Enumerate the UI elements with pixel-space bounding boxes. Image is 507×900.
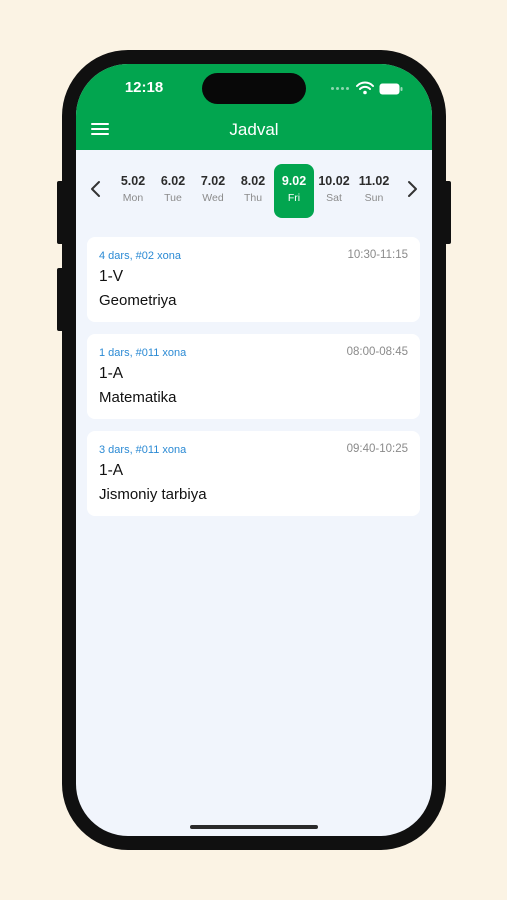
page-title: Jadval — [229, 120, 279, 139]
lesson-subject: Geometriya — [99, 292, 177, 309]
day-fri[interactable]: 9.02 Fri — [274, 164, 314, 218]
lesson-subject: Matematika — [99, 389, 177, 406]
lesson-class: 1-A — [99, 462, 124, 479]
day-thu[interactable]: 8.02 Thu — [233, 164, 273, 218]
day-date: 5.02 — [120, 174, 146, 188]
lesson-meta: 1 dars, #011 xona — [99, 347, 187, 359]
lesson-class: 1-V — [99, 268, 124, 285]
lesson-class: 1-A — [99, 365, 124, 382]
lesson-card[interactable]: 3 dars, #011 xona 09:40-10:25 1-A Jismon… — [87, 431, 420, 516]
date-strip: 5.02 Mon 6.02 Tue 7.02 Wed 8.02 Thu 9.02… — [76, 162, 432, 220]
power-button — [443, 181, 451, 244]
lesson-time: 10:30-11:15 — [347, 249, 408, 261]
day-sat[interactable]: 10.02 Sat — [314, 164, 354, 218]
battery-icon — [379, 83, 403, 95]
status-time: 12:18 — [124, 79, 164, 96]
day-weekday: Sun — [364, 192, 384, 204]
day-sun[interactable]: 11.02 Sun — [354, 164, 394, 218]
day-weekday: Tue — [164, 192, 182, 204]
app-screen: 12:18 Jadval 5.02 Mon 6.02 Tue 7.02 Wed … — [76, 64, 432, 836]
signal-icon — [331, 87, 351, 91]
day-date: 10.02 — [318, 174, 350, 188]
lesson-time: 08:00-08:45 — [346, 346, 408, 358]
chevron-left-icon[interactable] — [86, 177, 106, 201]
lesson-card[interactable]: 4 dars, #02 xona 10:30-11:15 1-V Geometr… — [87, 237, 420, 322]
day-weekday: Thu — [243, 192, 263, 204]
volume-down-button — [57, 268, 65, 331]
day-tue[interactable]: 6.02 Tue — [153, 164, 193, 218]
day-weekday: Wed — [202, 192, 224, 204]
lesson-time: 09:40-10:25 — [346, 443, 408, 455]
day-wed[interactable]: 7.02 Wed — [193, 164, 233, 218]
day-date: 9.02 — [281, 174, 307, 188]
wifi-icon — [356, 81, 374, 95]
lesson-list: 4 dars, #02 xona 10:30-11:15 1-V Geometr… — [87, 237, 420, 528]
lesson-meta: 4 dars, #02 xona — [99, 250, 181, 262]
day-date: 11.02 — [358, 174, 390, 188]
home-indicator[interactable] — [190, 825, 318, 829]
dynamic-island — [202, 73, 306, 104]
day-date: 7.02 — [200, 174, 226, 188]
volume-up-button — [57, 181, 65, 244]
day-weekday: Fri — [287, 192, 301, 204]
day-mon[interactable]: 5.02 Mon — [113, 164, 153, 218]
day-weekday: Sat — [326, 192, 342, 204]
app-header: 12:18 Jadval — [76, 64, 432, 150]
day-weekday: Mon — [122, 192, 144, 204]
lesson-subject: Jismoniy tarbiya — [99, 486, 207, 503]
status-icons — [331, 81, 411, 96]
day-date: 6.02 — [160, 174, 186, 188]
hamburger-menu-icon[interactable] — [91, 123, 111, 137]
lesson-card[interactable]: 1 dars, #011 xona 08:00-08:45 1-A Matema… — [87, 334, 420, 419]
lesson-meta: 3 dars, #011 xona — [99, 444, 187, 456]
chevron-right-icon[interactable] — [402, 177, 422, 201]
day-date: 8.02 — [240, 174, 266, 188]
